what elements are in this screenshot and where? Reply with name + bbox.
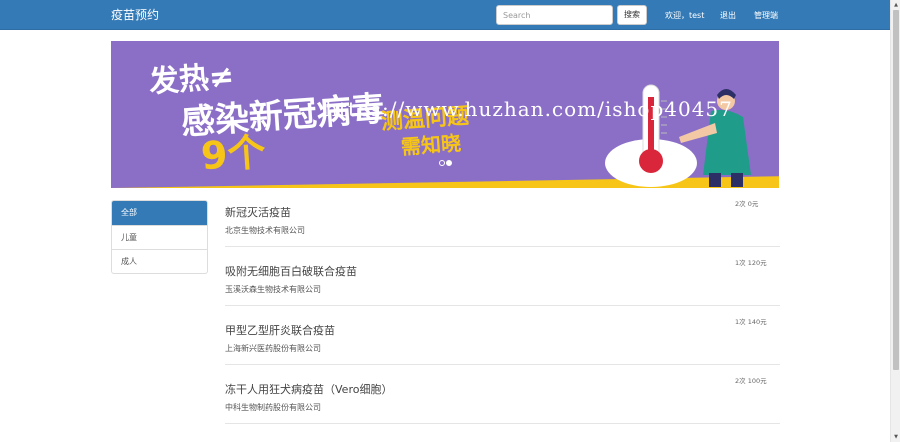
banner-carousel[interactable]: 发热≠ 感染新冠病毒 9个 测温问题 需知晓 https://www.huzha…: [111, 41, 779, 188]
vaccine-company: 玉溪沃森生物技术有限公司: [225, 285, 321, 294]
banner-headline-5: 需知晓: [400, 130, 462, 160]
vaccine-company: 上海新兴医药股份有限公司: [225, 344, 321, 353]
vaccine-row[interactable]: 甲型乙型肝炎联合疫苗 上海新兴医药股份有限公司 1次 140元: [225, 306, 780, 365]
search-input[interactable]: [496, 5, 613, 25]
search-button[interactable]: 搜索: [617, 5, 647, 25]
scroll-down-arrow-icon[interactable]: ▼: [891, 433, 900, 441]
page-scrollbar[interactable]: ▲ ▼: [890, 0, 900, 442]
vaccine-doses-price: 1次 120元: [735, 259, 767, 267]
category-item-children[interactable]: 儿童: [112, 225, 207, 249]
vaccine-list: 新冠灭活疫苗 北京生物技术有限公司 2次 0元 吸附无细胞百白破联合疫苗 玉溪沃…: [225, 188, 780, 424]
banner-headline-3: 9个: [199, 129, 267, 179]
vaccine-name[interactable]: 吸附无细胞百白破联合疫苗: [225, 265, 357, 279]
nav-welcome-user[interactable]: 欢迎，test: [665, 10, 704, 21]
banner-headline-1: 发热≠: [147, 59, 236, 100]
vaccine-company: 北京生物技术有限公司: [225, 226, 305, 235]
vaccine-company: 中科生物制药股份有限公司: [225, 403, 321, 412]
brand-logo[interactable]: 疫苗预约: [111, 7, 159, 23]
thermometer-illustration: [605, 84, 751, 187]
carousel-indicator-2[interactable]: [446, 160, 452, 166]
nav-admin[interactable]: 管理端: [754, 10, 778, 21]
vaccine-row[interactable]: 冻干人用狂犬病疫苗（Vero细胞） 中科生物制药股份有限公司 2次 100元: [225, 365, 780, 424]
vaccine-name[interactable]: 冻干人用狂犬病疫苗（Vero细胞）: [225, 383, 392, 397]
vaccine-doses-price: 1次 140元: [735, 318, 767, 326]
nav-logout[interactable]: 退出: [720, 10, 736, 21]
vaccine-row[interactable]: 新冠灭活疫苗 北京生物技术有限公司 2次 0元: [225, 188, 780, 247]
scroll-up-arrow-icon[interactable]: ▲: [891, 1, 900, 9]
scrollbar-thumb[interactable]: [893, 10, 899, 370]
vaccine-doses-price: 2次 100元: [735, 377, 767, 385]
vaccine-name[interactable]: 甲型乙型肝炎联合疫苗: [225, 324, 335, 338]
navbar: 疫苗预约 搜索 欢迎，test 退出 管理端: [0, 0, 890, 30]
watermark-text: https://www.huzhan.com/ishop40457: [325, 97, 733, 121]
vaccine-name[interactable]: 新冠灭活疫苗: [225, 206, 291, 220]
category-item-adults[interactable]: 成人: [112, 249, 207, 273]
vaccine-doses-price: 2次 0元: [735, 200, 759, 208]
carousel-indicator-1[interactable]: [439, 160, 445, 166]
category-item-all[interactable]: 全部: [112, 201, 207, 225]
vaccine-row[interactable]: 吸附无细胞百白破联合疫苗 玉溪沃森生物技术有限公司 1次 120元: [225, 247, 780, 306]
category-list: 全部 儿童 成人: [111, 200, 208, 274]
